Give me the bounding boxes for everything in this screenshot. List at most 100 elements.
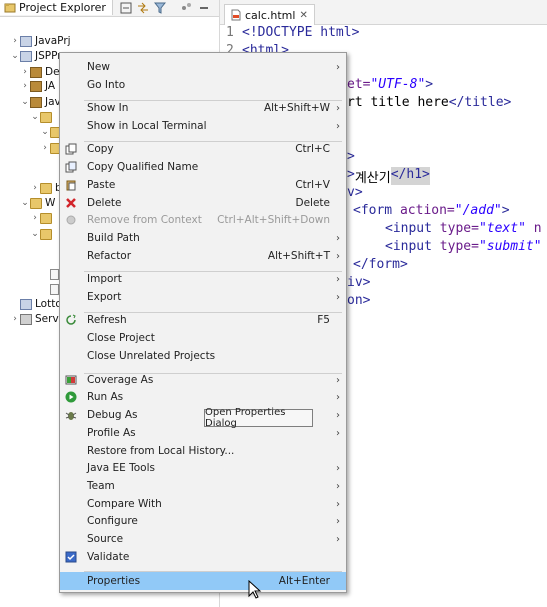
- tree-item[interactable]: ⌄ W: [20, 195, 55, 211]
- menu-item-label: Properties: [87, 575, 141, 587]
- tree-item[interactable]: › JA: [20, 78, 55, 94]
- pkg-icon: [30, 66, 42, 78]
- menu-item-copy[interactable]: Copy Ctrl+C: [60, 140, 346, 158]
- menu-item-close-project[interactable]: Close Project: [60, 329, 346, 347]
- tree-item[interactable]: ⌄ JSPPr: [10, 48, 61, 64]
- menu-item-run-as[interactable]: Run As ›: [60, 388, 346, 406]
- menu-item-paste[interactable]: Paste Ctrl+V: [60, 176, 346, 194]
- menu-item-import[interactable]: Import ›: [60, 270, 346, 288]
- view-menu-icon[interactable]: [180, 2, 192, 14]
- menu-item-label: Source: [87, 533, 124, 545]
- code-tag: on>: [347, 293, 371, 308]
- menu-item-go-into[interactable]: Go Into: [60, 76, 346, 94]
- menu-item-validate[interactable]: Validate: [60, 548, 346, 566]
- code-tag: >: [501, 203, 510, 218]
- code-tag: <input: [385, 239, 440, 254]
- menu-item-shortcut: F5: [317, 314, 330, 326]
- code-attr: action=: [399, 203, 455, 218]
- menu-item-java-ee-tools[interactable]: Java EE Tools ›: [60, 459, 346, 477]
- folder-icon: [40, 228, 52, 240]
- submenu-arrow-icon: ›: [336, 232, 340, 244]
- collapse-all-icon[interactable]: [120, 2, 132, 14]
- menu-item-label: Remove from Context: [87, 214, 202, 226]
- mouse-cursor-icon: [248, 580, 262, 599]
- project-explorer-tab[interactable]: Project Explorer: [0, 0, 113, 15]
- submenu-arrow-icon: ›: [336, 480, 340, 492]
- project-explorer-tabbar: Project Explorer: [0, 0, 219, 17]
- editor-tab-title: calc.html: [245, 8, 296, 22]
- menu-item-coverage-as[interactable]: Coverage As ›: [60, 371, 346, 389]
- close-tab-icon[interactable]: ✕: [299, 10, 307, 21]
- filter-icon[interactable]: [154, 2, 166, 14]
- code-tag: >: [347, 167, 355, 182]
- menu-item-label: Close Project: [87, 332, 155, 344]
- link-with-editor-icon[interactable]: [137, 2, 149, 14]
- menu-item-team[interactable]: Team ›: [60, 477, 346, 495]
- file-icon: [50, 268, 59, 280]
- refresh-icon: [66, 314, 76, 325]
- expand-toggle-icon[interactable]: ⌄: [20, 97, 30, 107]
- tree-item[interactable]: ⌄: [30, 226, 55, 242]
- tree-item[interactable]: ⌄ Jav: [20, 94, 61, 110]
- menu-item-show-in-local-terminal[interactable]: Show in Local Terminal ›: [60, 117, 346, 135]
- menu-item-shortcut: Alt+Shift+T: [267, 250, 330, 262]
- submenu-arrow-icon: ›: [336, 427, 340, 439]
- menu-item-label: Copy: [87, 143, 114, 155]
- menu-item-refactor[interactable]: Refactor Alt+Shift+T ›: [60, 247, 346, 265]
- code-line: </form>: [353, 257, 408, 275]
- debug-icon: [65, 412, 77, 420]
- proj-icon: [20, 298, 32, 310]
- menu-item-properties[interactable]: Properties Alt+Enter: [60, 572, 346, 590]
- expand-toggle-icon[interactable]: ›: [30, 213, 40, 223]
- menu-item-label: Show In: [87, 102, 129, 114]
- expand-toggle-icon[interactable]: ⌄: [10, 51, 20, 61]
- menu-item-export[interactable]: Export ›: [60, 288, 346, 306]
- tree-item[interactable]: › JavaPrj: [10, 33, 70, 49]
- menu-item-compare-with[interactable]: Compare With ›: [60, 495, 346, 513]
- copy-qualified-icon: [65, 161, 77, 173]
- expand-toggle-icon[interactable]: ›: [10, 314, 20, 324]
- menu-item-label: Go Into: [87, 79, 126, 91]
- submenu-arrow-icon: ›: [336, 102, 340, 114]
- tree-item-label: De: [45, 66, 60, 78]
- code-attr: type=: [439, 221, 479, 236]
- expand-toggle-icon[interactable]: ›: [10, 36, 20, 46]
- submenu-arrow-icon: ›: [336, 374, 340, 386]
- menu-item-label: Restore from Local History...: [87, 445, 235, 457]
- tree-item-label: JA: [45, 80, 56, 92]
- tree-item-label: Lotto: [35, 298, 62, 310]
- menu-item-new[interactable]: New ›: [60, 58, 346, 76]
- tree-item[interactable]: › Serve: [10, 311, 65, 327]
- menu-item-refresh[interactable]: Refresh F5: [60, 311, 346, 329]
- tree-item[interactable]: ⌄: [30, 109, 55, 125]
- menu-item-source[interactable]: Source ›: [60, 530, 346, 548]
- menu-item-configure[interactable]: Configure ›: [60, 512, 346, 530]
- code-text: >: [425, 77, 434, 92]
- project-explorer-title: Project Explorer: [19, 1, 106, 14]
- code-attr: n: [525, 221, 542, 236]
- code-tag-highlighted: </h1>: [390, 167, 430, 185]
- expand-toggle-icon[interactable]: ⌄: [30, 229, 40, 239]
- expand-toggle-icon[interactable]: ›: [20, 67, 30, 77]
- menu-item-delete[interactable]: Delete Delete: [60, 194, 346, 212]
- tree-item[interactable]: ›: [30, 210, 55, 226]
- menu-item-shortcut: Alt+Enter: [278, 575, 330, 587]
- expand-toggle-icon[interactable]: ⌄: [30, 112, 40, 122]
- minimize-view-icon[interactable]: [198, 2, 210, 14]
- tree-item[interactable]: Lotto: [10, 296, 62, 312]
- editor-tab-calc-html[interactable]: calc.html ✕: [224, 4, 315, 25]
- code-line: > 계산기 </h1>: [347, 167, 430, 186]
- folder-icon: [40, 212, 52, 224]
- expand-toggle-icon[interactable]: ⌄: [40, 127, 50, 137]
- menu-item-label: Debug As: [87, 409, 138, 421]
- menu-item-build-path[interactable]: Build Path ›: [60, 229, 346, 247]
- expand-toggle-icon[interactable]: ›: [20, 81, 30, 91]
- expand-toggle-icon[interactable]: ›: [30, 183, 40, 193]
- expand-toggle-icon[interactable]: ›: [40, 143, 50, 153]
- menu-item-close-unrelated-projects[interactable]: Close Unrelated Projects: [60, 347, 346, 365]
- menu-item-copy-qualified-name[interactable]: Copy Qualified Name: [60, 158, 346, 176]
- menu-item-restore-from-local-history[interactable]: Restore from Local History...: [60, 442, 346, 460]
- submenu-arrow-icon: ›: [336, 498, 340, 510]
- expand-toggle-icon[interactable]: ⌄: [20, 198, 30, 208]
- menu-item-show-in[interactable]: Show In Alt+Shift+W ›: [60, 99, 346, 117]
